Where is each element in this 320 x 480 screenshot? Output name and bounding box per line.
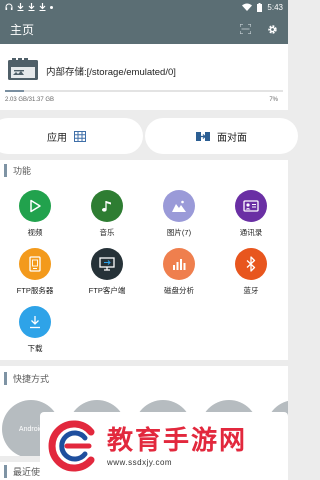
function-label: FTP客户端 xyxy=(88,286,126,295)
storage-card[interactable]: 内部存储:[/storage/emulated/0] 2.03 GB/31.37… xyxy=(0,44,288,110)
section-title: 快捷方式 xyxy=(13,373,50,384)
app-bar: 主页 xyxy=(0,14,288,44)
mode-toggle-row: 应用 面对面 xyxy=(0,116,298,156)
function-label: 蓝牙 xyxy=(243,286,259,295)
settings-gear-icon[interactable] xyxy=(267,24,278,35)
dot-icon xyxy=(50,5,53,9)
function-label: 音乐 xyxy=(99,228,115,237)
page-title: 主页 xyxy=(10,22,35,37)
disk-analysis-icon xyxy=(163,248,195,280)
scan-icon[interactable] xyxy=(240,24,251,34)
functions-section: 功能 视频 音乐 图片(7) 通讯录 FTP服务器 FTP客户端 磁盘分析 蓝牙… xyxy=(0,160,288,360)
function-video[interactable]: 视频 xyxy=(5,190,65,238)
storage-used-text: 2.03 GB/31.37 GB xyxy=(5,97,55,103)
bluetooth-icon xyxy=(235,248,267,280)
section-title: 功能 xyxy=(13,165,32,176)
section-accent-bar xyxy=(4,464,7,478)
function-ftp-client[interactable]: FTP客户端 xyxy=(77,248,137,296)
status-bar: 5:43 xyxy=(0,0,288,14)
watermark-url: www.ssdxjy.com xyxy=(107,457,173,467)
download-notification-icon xyxy=(39,3,46,11)
face-to-face-button[interactable]: 面对面 xyxy=(145,118,298,154)
storage-path: 内部存储:[/storage/emulated/0] xyxy=(46,67,176,78)
ftp-server-icon xyxy=(19,248,51,280)
function-contacts[interactable]: 通讯录 xyxy=(221,190,281,238)
section-title: 最近使 xyxy=(13,466,41,477)
download-notification-icon xyxy=(28,3,35,11)
download-icon xyxy=(19,306,51,338)
section-accent-bar xyxy=(4,163,7,177)
section-accent-bar xyxy=(4,371,7,385)
notification-icons xyxy=(5,3,53,11)
apps-label: 应用 xyxy=(47,132,67,144)
contact-card-icon xyxy=(235,190,267,222)
section-header: 功能 xyxy=(0,160,288,180)
headset-icon xyxy=(5,3,13,10)
function-label: 视频 xyxy=(27,228,43,237)
apps-button[interactable]: 应用 xyxy=(0,118,143,154)
watermark-logo-icon xyxy=(48,420,95,472)
storage-usage-fill xyxy=(5,90,25,92)
sd-card-icon xyxy=(8,58,38,80)
ftp-client-icon xyxy=(91,248,123,280)
clock: 5:43 xyxy=(267,2,283,12)
watermark-title: 教育手游网 xyxy=(107,425,248,456)
section-header: 快捷方式 xyxy=(0,366,288,390)
function-disk-analysis[interactable]: 磁盘分析 xyxy=(149,248,209,296)
play-icon xyxy=(19,190,51,222)
function-label: 下载 xyxy=(27,344,43,353)
storage-usage-bar xyxy=(5,90,283,92)
face-to-face-label: 面对面 xyxy=(217,132,247,144)
image-icon xyxy=(163,190,195,222)
function-bluetooth[interactable]: 蓝牙 xyxy=(221,248,281,296)
function-pictures[interactable]: 图片(7) xyxy=(149,190,209,238)
function-download[interactable]: 下载 xyxy=(5,306,65,354)
function-ftp-server[interactable]: FTP服务器 xyxy=(5,248,65,296)
grid-icon xyxy=(74,130,86,142)
function-music[interactable]: 音乐 xyxy=(77,190,137,238)
storage-percent: 7% xyxy=(269,97,278,103)
function-label: 通讯录 xyxy=(239,228,263,237)
battery-icon xyxy=(257,2,263,12)
download-notification-icon xyxy=(17,3,24,11)
function-label: FTP服务器 xyxy=(16,286,54,295)
function-label: 图片(7) xyxy=(166,228,192,237)
wifi-icon xyxy=(242,3,253,11)
watermark-overlay: 教育手游网 www.ssdxjy.com xyxy=(40,412,288,480)
function-label: 磁盘分析 xyxy=(164,286,194,295)
face-to-face-icon xyxy=(196,131,210,141)
music-note-icon xyxy=(91,190,123,222)
